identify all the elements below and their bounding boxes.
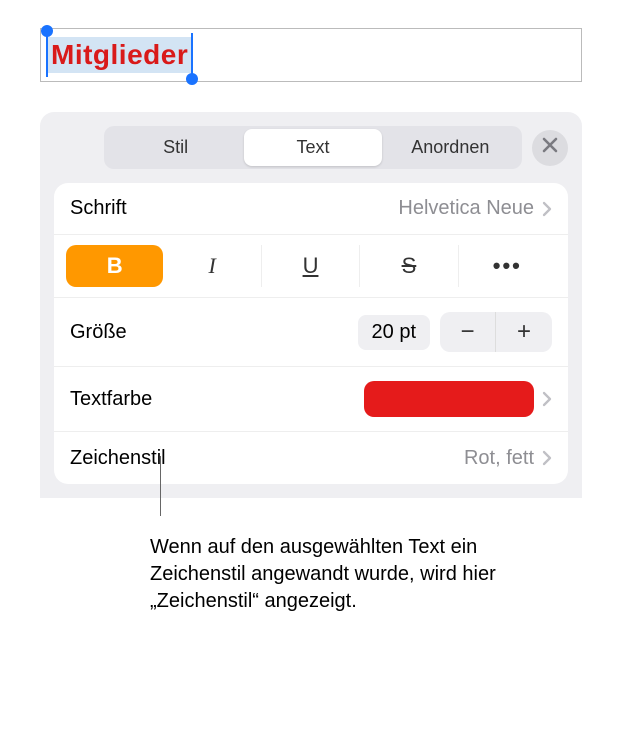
selection-handle-start[interactable] — [41, 25, 53, 37]
text-style-row: B I U S ••• — [54, 235, 568, 298]
format-tabs: Stil Text Anordnen — [104, 126, 522, 169]
text-settings-list: Schrift Helvetica Neue B I U S ••• Größe… — [54, 183, 568, 484]
italic-button[interactable]: I — [163, 245, 261, 287]
selected-text: Mitglieder — [51, 39, 188, 71]
size-row: Größe 20 pt − + — [54, 298, 568, 367]
tab-arrange[interactable]: Anordnen — [382, 129, 519, 166]
size-label: Größe — [70, 321, 127, 344]
chevron-right-icon — [542, 201, 552, 217]
selection-handle-end[interactable] — [186, 73, 198, 85]
text-color-label: Textfarbe — [70, 388, 152, 411]
text-box[interactable]: Mitglieder — [40, 28, 582, 82]
more-icon: ••• — [493, 253, 522, 279]
text-color-row[interactable]: Textfarbe — [54, 367, 568, 432]
format-panel: Stil Text Anordnen Schrift Helvetica Neu… — [40, 112, 582, 498]
callout-leader-line — [160, 456, 582, 516]
strikethrough-button[interactable]: S — [360, 245, 458, 287]
bold-button[interactable]: B — [66, 245, 163, 287]
more-styles-button[interactable]: ••• — [459, 245, 556, 287]
size-value[interactable]: 20 pt — [358, 315, 430, 350]
text-color-swatch[interactable] — [364, 381, 534, 417]
size-increase-button[interactable]: + — [496, 312, 552, 352]
underline-button[interactable]: U — [262, 245, 360, 287]
callout-text: Wenn auf den ausgewählten Text ein Zeich… — [150, 516, 530, 615]
close-icon — [542, 137, 558, 158]
size-decrease-button[interactable]: − — [440, 312, 496, 352]
tab-style[interactable]: Stil — [107, 129, 244, 166]
font-value: Helvetica Neue — [398, 197, 534, 220]
editor-canvas: Mitglieder — [40, 20, 582, 112]
chevron-right-icon — [542, 391, 552, 407]
text-selection[interactable]: Mitglieder — [47, 37, 192, 73]
font-label: Schrift — [70, 197, 127, 220]
font-row[interactable]: Schrift Helvetica Neue — [54, 183, 568, 235]
close-button[interactable] — [532, 130, 568, 166]
tab-text[interactable]: Text — [244, 129, 381, 166]
size-stepper: − + — [440, 312, 552, 352]
